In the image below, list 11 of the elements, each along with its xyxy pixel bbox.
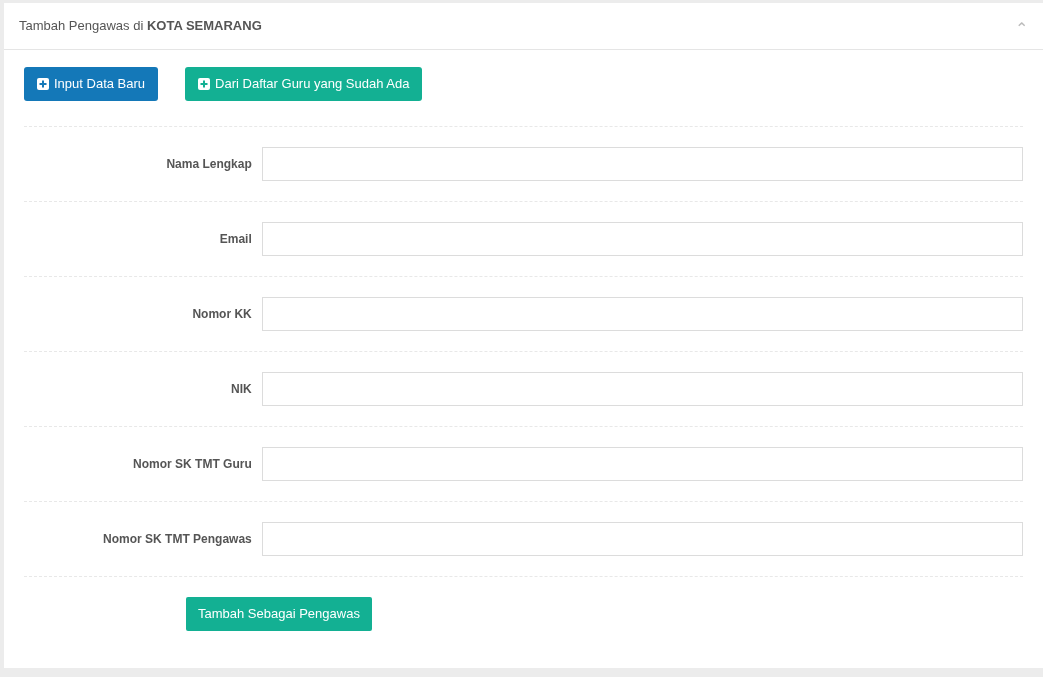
field-label: Nomor SK TMT Pengawas bbox=[102, 531, 253, 548]
field-label: NIK bbox=[230, 381, 253, 398]
submit-button[interactable]: Tambah Sebagai Pengawas bbox=[186, 597, 372, 631]
field-label: Nama Lengkap bbox=[165, 156, 253, 173]
add-button[interactable]: Input Data Baru bbox=[24, 67, 159, 101]
collapse-button[interactable]: ⌃ bbox=[1015, 15, 1028, 37]
add-button[interactable]: Dari Daftar Guru yang Sudah Ada bbox=[185, 67, 423, 101]
field-label: Nomor KK bbox=[191, 306, 253, 323]
panel-title: Tambah Pengawas di KOTA SEMARANG bbox=[19, 17, 262, 36]
field-label: Email bbox=[218, 231, 253, 248]
field-label: Nomor SK TMT Guru bbox=[132, 456, 253, 473]
